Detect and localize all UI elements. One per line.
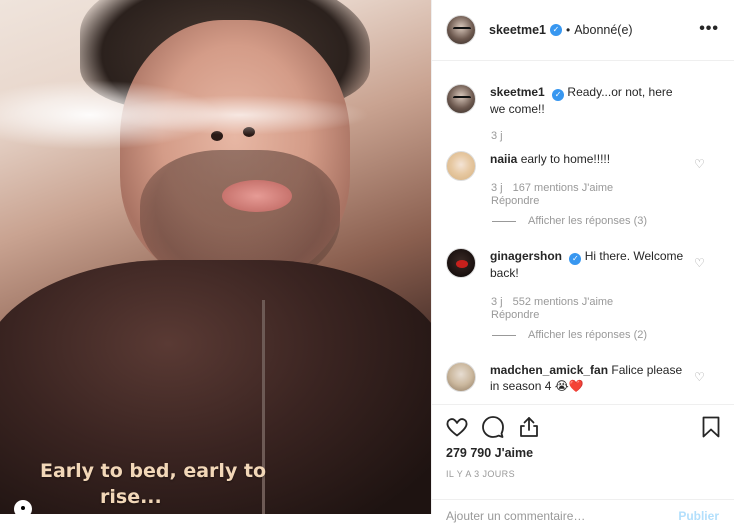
replies-divider (492, 334, 516, 336)
post-header: skeetme1 ✓ • Abonné(e) ••• (432, 0, 734, 61)
comment-username[interactable]: ginagershon (490, 249, 562, 263)
comment-body: naiia early to home!!!!! (490, 151, 690, 181)
comment-username[interactable]: skeetme1 (490, 85, 545, 99)
post-actions: 279 790 J'aime IL Y A 3 JOURS Publier (432, 404, 734, 523)
follow-status-button[interactable]: Abonné(e) (574, 23, 632, 37)
avatar[interactable] (446, 15, 476, 45)
comment-likes[interactable]: 552 mentions J'aime (513, 296, 614, 308)
replies-divider (492, 220, 516, 222)
tagged-users-icon[interactable] (14, 500, 32, 514)
like-heart-icon[interactable] (445, 415, 469, 439)
verified-badge-icon: ✓ (552, 89, 565, 101)
share-icon[interactable] (517, 415, 541, 439)
comment-time[interactable]: 3 j (491, 296, 503, 308)
likes-count[interactable]: 279 790 J'aime (446, 446, 533, 460)
more-options-icon[interactable]: ••• (699, 21, 719, 37)
avatar[interactable] (446, 84, 476, 114)
header-username[interactable]: skeetme1 (489, 23, 546, 37)
comment-likes[interactable]: 167 mentions J'aime (513, 182, 614, 194)
list-item: naiia early to home!!!!! (446, 151, 726, 181)
reply-button[interactable]: Répondre (491, 195, 613, 208)
header-separator: • (566, 23, 571, 37)
caption-comment: skeetme1 ✓ Ready...or not, here we come!… (446, 84, 726, 117)
comment-username[interactable]: madchen_amick_fan (490, 363, 608, 377)
verified-badge-icon: ✓ (569, 253, 582, 265)
like-comment-heart-icon[interactable]: ♡ (694, 158, 706, 170)
post-sidebar: skeetme1 ✓ • Abonné(e) ••• skeetme1 ✓ Re… (431, 0, 734, 523)
comment-body: ginagershon ✓ Hi there. Welcome back! (490, 248, 690, 281)
verified-badge-icon: ✓ (550, 24, 562, 36)
post-timestamp[interactable]: IL Y A 3 JOURS (446, 469, 515, 479)
post-modal: Early to bed, early to rise... skeetme1 … (0, 0, 734, 523)
view-replies-label: Afficher les réponses (3) (528, 215, 648, 227)
comment-meta: 3 j 167 mentions J'aime Répondre (491, 182, 613, 208)
photo-caption-line1: Early to bed, early to (40, 460, 267, 482)
view-replies-label: Afficher les réponses (2) (528, 329, 648, 341)
comments-list[interactable]: skeetme1 ✓ Ready...or not, here we come!… (432, 62, 734, 404)
post-photo[interactable]: Early to bed, early to rise... (0, 0, 431, 514)
save-bookmark-icon[interactable] (699, 415, 723, 439)
comment-body: skeetme1 ✓ Ready...or not, here we come!… (490, 84, 690, 117)
comment-bubble-icon[interactable] (481, 415, 505, 439)
comment-body: madchen_amick_fan Falice please in seaso… (490, 362, 690, 394)
photo-caption: Early to bed, early to rise... (40, 458, 266, 510)
comment-time[interactable]: 3 j (491, 130, 503, 142)
avatar[interactable] (446, 362, 476, 392)
like-comment-heart-icon[interactable]: ♡ (694, 257, 706, 269)
view-replies-button[interactable]: Afficher les réponses (2) (492, 329, 647, 341)
add-comment-input[interactable] (446, 509, 646, 523)
view-replies-button[interactable]: Afficher les réponses (3) (492, 215, 647, 227)
comment-meta: 3 j (491, 130, 503, 143)
publish-button[interactable]: Publier (678, 509, 719, 523)
avatar[interactable] (446, 248, 476, 278)
list-item: madchen_amick_fan Falice please in seaso… (446, 362, 726, 394)
comment-time[interactable]: 3 j (491, 182, 503, 194)
add-comment-bar: Publier (432, 499, 734, 529)
reply-button[interactable]: Répondre (491, 309, 613, 322)
photo-caption-line2: rise... (100, 486, 162, 508)
photo-lips (222, 180, 292, 212)
comment-username[interactable]: naiia (490, 152, 517, 166)
photo-light-flare-secondary (110, 95, 370, 135)
comment-meta: 3 j 552 mentions J'aime Répondre (491, 296, 613, 322)
like-comment-heart-icon[interactable]: ♡ (694, 371, 706, 383)
comment-text: early to home!!!!! (520, 152, 611, 166)
avatar[interactable] (446, 151, 476, 181)
list-item: ginagershon ✓ Hi there. Welcome back! (446, 248, 726, 281)
